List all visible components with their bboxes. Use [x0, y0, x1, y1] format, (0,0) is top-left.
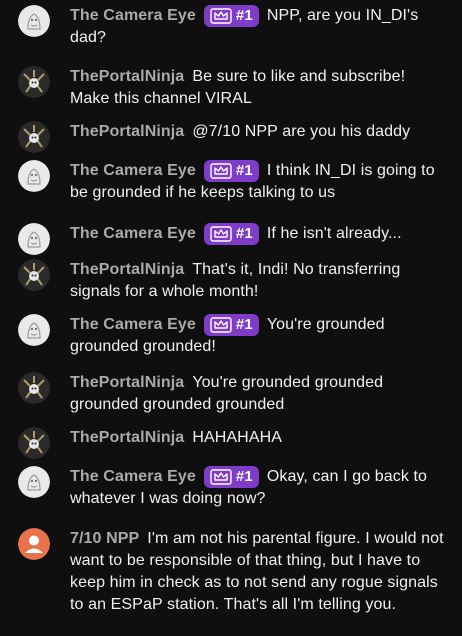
- chat-message-text: If he isn't already...: [266, 225, 402, 242]
- chat-message-body: The Camera Eye #1 If he isn't already...: [70, 223, 446, 245]
- camera-eye-avatar[interactable]: [18, 314, 50, 346]
- crown-icon: [210, 163, 232, 179]
- camera-eye-avatar[interactable]: [18, 466, 50, 498]
- member-badge: #1: [203, 160, 259, 182]
- default-user-avatar[interactable]: [18, 528, 50, 560]
- chat-message-body: ThePortalNinja @7/10 NPP are you his dadd…: [70, 121, 446, 143]
- chat-author-name[interactable]: The Camera Eye: [70, 468, 196, 485]
- member-badge: #1: [203, 223, 259, 245]
- chat-author-name[interactable]: The Camera Eye: [70, 225, 196, 242]
- chat-message: The Camera Eye #1 I think IN_DI is going t…: [18, 160, 446, 204]
- live-chat-feed: The Camera Eye #1 NPP, are you IN_DI's dad…: [0, 0, 462, 636]
- chat-message: ThePortalNinja Be sure to like and subscr…: [18, 66, 446, 110]
- portal-ninja-avatar[interactable]: [18, 66, 50, 98]
- chat-message-body: The Camera Eye #1 I think IN_DI is going t…: [70, 160, 446, 204]
- chat-message: ThePortalNinja @7/10 NPP are you his dadd…: [18, 121, 446, 153]
- chat-message-body: ThePortalNinja That's it, Indi! No transf…: [70, 259, 446, 303]
- chat-author-name[interactable]: The Camera Eye: [70, 316, 196, 333]
- camera-eye-avatar[interactable]: [18, 160, 50, 192]
- chat-message-body: The Camera Eye #1 Okay, can I go back to w…: [70, 466, 446, 510]
- chat-message: The Camera Eye #1 Okay, can I go back to w…: [18, 466, 446, 510]
- badge-label: #1: [235, 7, 253, 24]
- member-badge: #1: [203, 314, 259, 336]
- chat-message-body: The Camera Eye #1 You're grounded grounded…: [70, 314, 446, 358]
- camera-eye-avatar[interactable]: [18, 5, 50, 37]
- chat-author-name[interactable]: ThePortalNinja: [70, 429, 184, 446]
- chat-author-name[interactable]: ThePortalNinja: [70, 261, 184, 278]
- chat-message-body: The Camera Eye #1 NPP, are you IN_DI's dad…: [70, 5, 446, 49]
- chat-author-name[interactable]: ThePortalNinja: [70, 123, 184, 140]
- badge-label: #1: [235, 468, 253, 485]
- member-badge: #1: [203, 466, 259, 488]
- chat-message: The Camera Eye #1 If he isn't already...: [18, 223, 446, 255]
- chat-author-name[interactable]: ThePortalNinja: [70, 374, 184, 391]
- portal-ninja-avatar[interactable]: [18, 259, 50, 291]
- chat-message: The Camera Eye #1 You're grounded grounded…: [18, 314, 446, 358]
- chat-message-text: @7/10 NPP are you his daddy: [192, 123, 411, 140]
- chat-message-body: ThePortalNinja Be sure to like and subscr…: [70, 66, 446, 110]
- badge-label: #1: [235, 316, 253, 333]
- crown-icon: [210, 469, 232, 485]
- chat-message-body: 7/10 NPP I'm am not his parental figure. …: [70, 528, 446, 616]
- chat-message: ThePortalNinja You're grounded grounded g…: [18, 372, 446, 416]
- chat-message-text: HAHAHAHA: [192, 429, 283, 446]
- camera-eye-avatar[interactable]: [18, 223, 50, 255]
- badge-label: #1: [235, 225, 253, 242]
- chat-message: The Camera Eye #1 NPP, are you IN_DI's dad…: [18, 5, 446, 49]
- crown-icon: [210, 226, 232, 242]
- crown-icon: [210, 8, 232, 24]
- chat-author-name[interactable]: The Camera Eye: [70, 7, 196, 24]
- portal-ninja-avatar[interactable]: [18, 121, 50, 153]
- member-badge: #1: [203, 5, 259, 27]
- chat-message-body: ThePortalNinja You're grounded grounded g…: [70, 372, 446, 416]
- portal-ninja-avatar[interactable]: [18, 372, 50, 404]
- crown-icon: [210, 317, 232, 333]
- chat-author-name[interactable]: 7/10 NPP: [70, 530, 139, 547]
- portal-ninja-avatar[interactable]: [18, 427, 50, 459]
- chat-message: ThePortalNinja HAHAHAHA: [18, 427, 446, 459]
- chat-message-body: ThePortalNinja HAHAHAHA: [70, 427, 446, 449]
- chat-message: ThePortalNinja That's it, Indi! No transf…: [18, 259, 446, 303]
- chat-author-name[interactable]: ThePortalNinja: [70, 68, 184, 85]
- badge-label: #1: [235, 162, 253, 179]
- chat-message: 7/10 NPP I'm am not his parental figure. …: [18, 528, 446, 616]
- chat-author-name[interactable]: The Camera Eye: [70, 162, 196, 179]
